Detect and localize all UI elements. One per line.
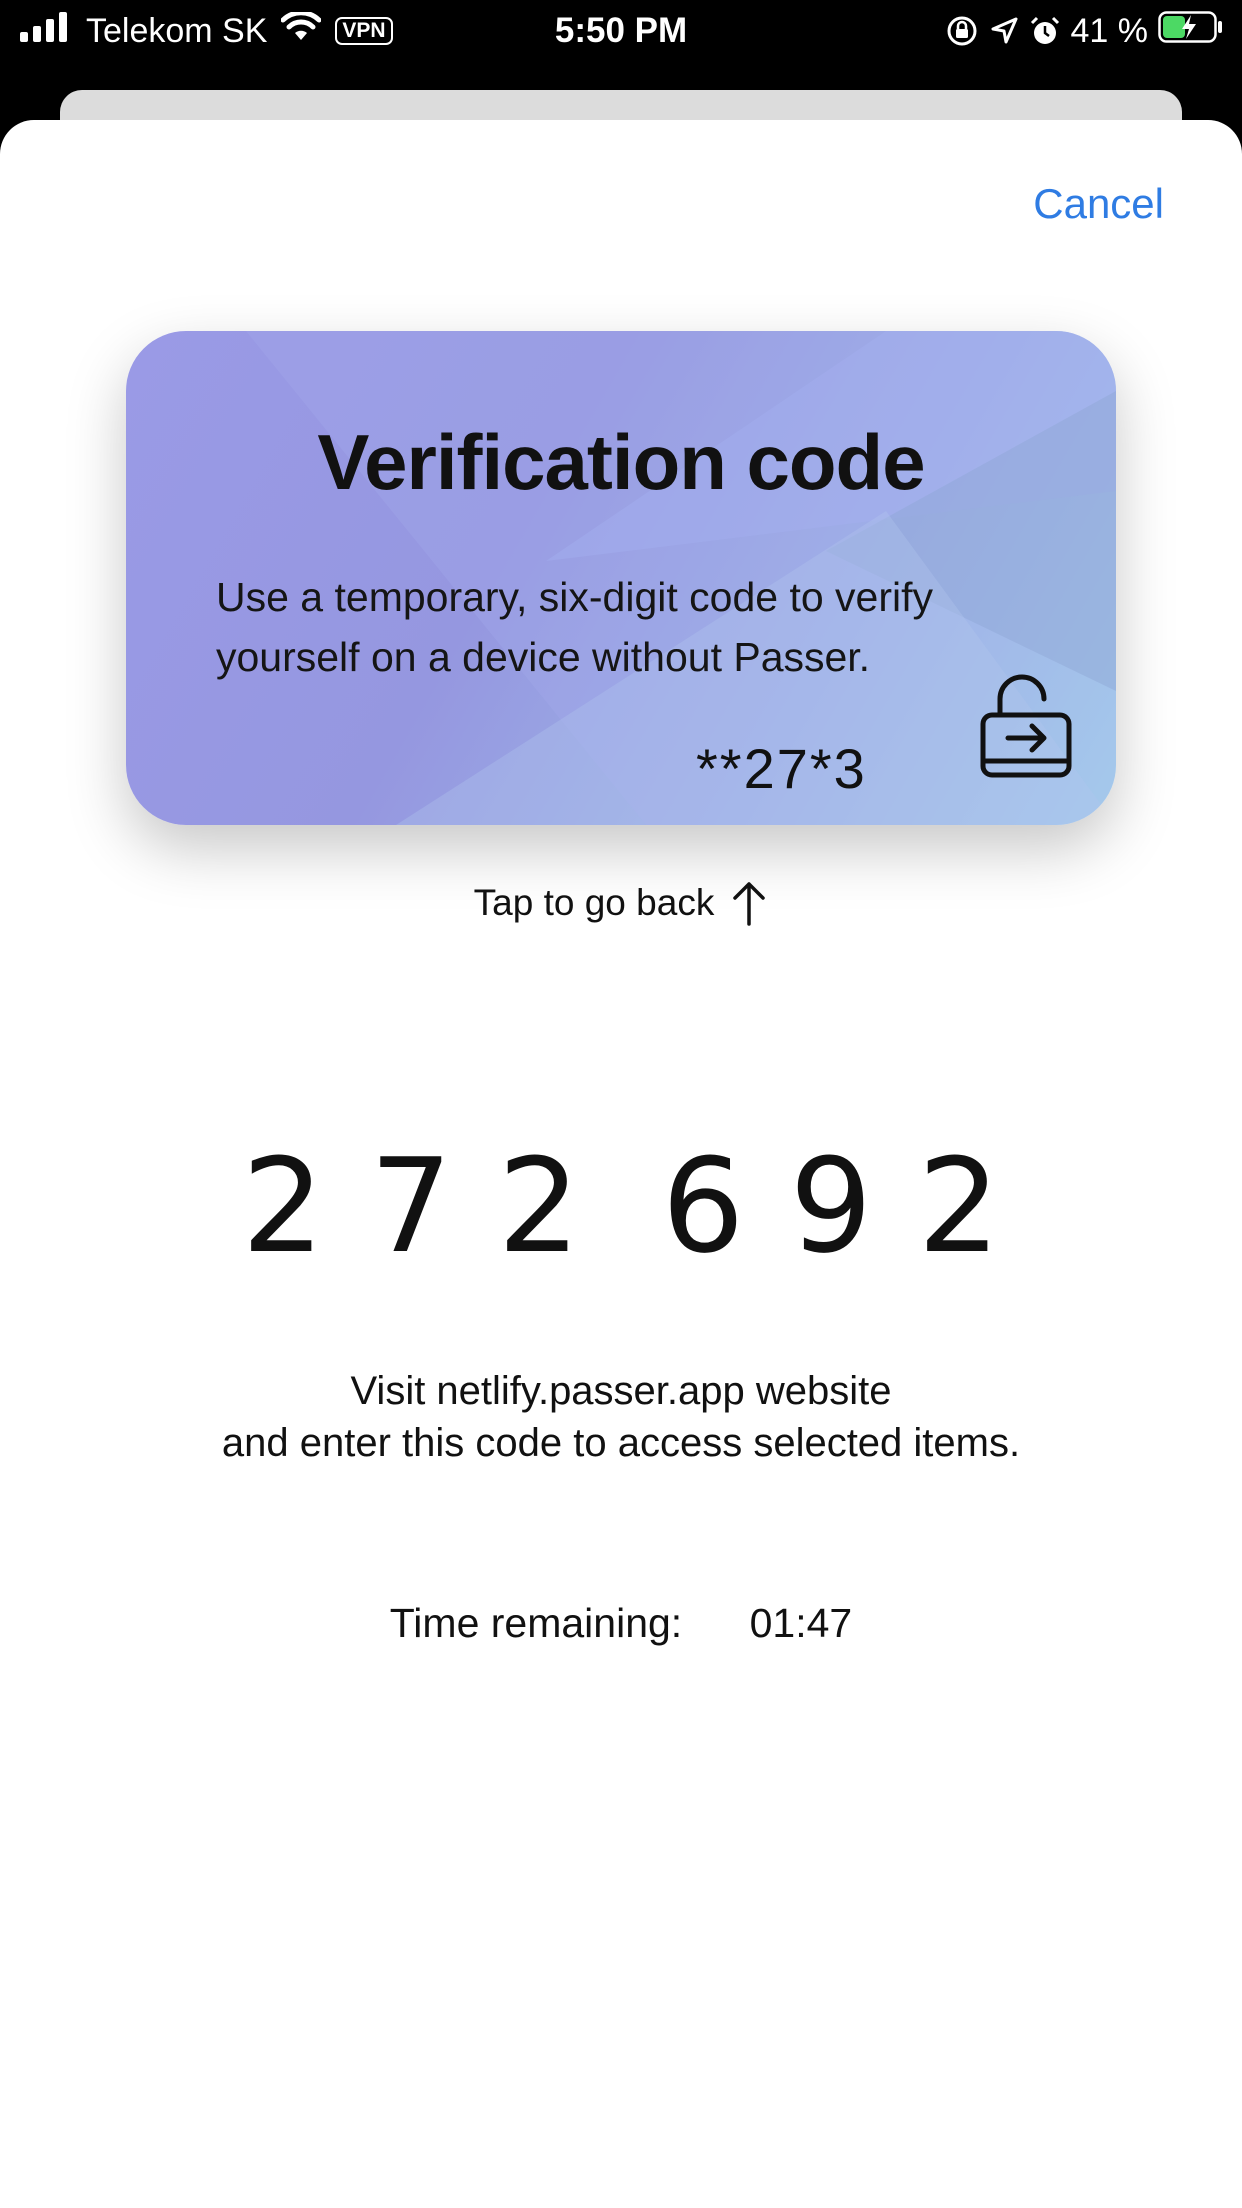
code-group-second: 6 9 2 (639, 1130, 1023, 1282)
battery-charging-icon (1158, 10, 1224, 52)
arrow-up-icon (733, 882, 766, 926)
masked-code: **27*3 (696, 737, 867, 800)
instructions-line-2: and enter this code to access selected i… (221, 1421, 1021, 1465)
status-bar: Telekom SK VPN 5:50 PM 41 % (0, 0, 1242, 62)
card-description: Use a temporary, six-digit code to verif… (216, 574, 933, 680)
battery-percent: 41 % (1070, 11, 1149, 50)
orientation-lock-icon (945, 14, 979, 48)
code-digit: 2 (241, 1130, 325, 1282)
instructions: Visit netlify.passer.app website and ent… (0, 1365, 1242, 1469)
card-title: Verification code (317, 418, 925, 506)
code-digit: 9 (789, 1130, 873, 1282)
modal-sheet: Cancel Verification code Use a temporary… (0, 120, 1242, 2208)
status-bar-right: 41 % (935, 8, 1225, 54)
timer-value: 01:47 (749, 1600, 853, 1646)
verification-info-card[interactable]: Verification code Use a temporary, six-d… (126, 331, 1116, 825)
verification-code: 2 7 2 6 9 2 (0, 1130, 1242, 1282)
code-digit: 2 (497, 1130, 581, 1282)
code-digit: 2 (917, 1130, 1001, 1282)
tap-back-label: Tap to go back (473, 882, 715, 923)
timer-label: Time remaining: (389, 1600, 683, 1646)
tap-to-go-back[interactable]: Tap to go back (0, 880, 1242, 926)
time-remaining: Time remaining: 01:47 (0, 1600, 1242, 1647)
instructions-line-1: Visit netlify.passer.app website (350, 1369, 892, 1413)
cancel-button[interactable]: Cancel (1033, 180, 1164, 228)
code-group-first: 2 7 2 (219, 1130, 603, 1282)
location-icon (989, 16, 1019, 46)
code-digit: 7 (369, 1130, 453, 1282)
code-digit: 6 (661, 1130, 745, 1282)
unlock-icon (980, 674, 1072, 778)
alarm-icon (1029, 15, 1061, 47)
